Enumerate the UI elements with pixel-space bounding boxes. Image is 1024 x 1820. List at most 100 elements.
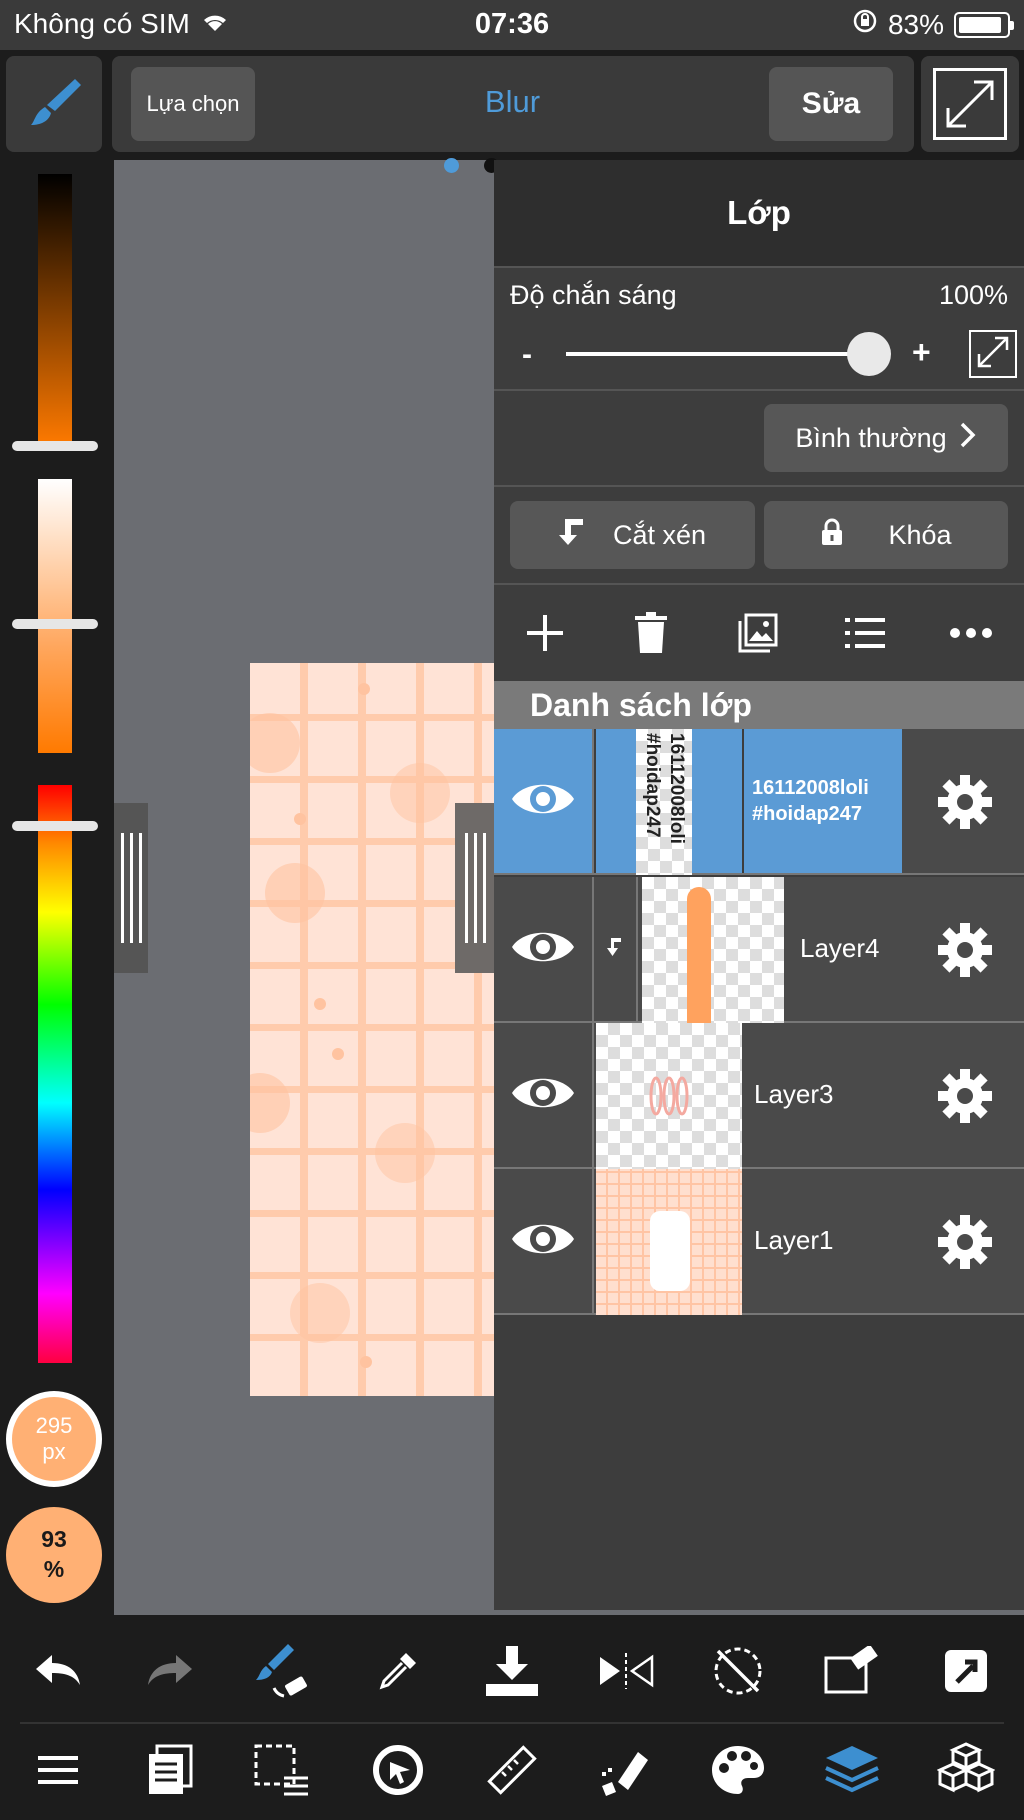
- layer-settings-button[interactable]: [936, 773, 994, 831]
- fill-button[interactable]: [596, 1742, 656, 1802]
- flip-icon: [598, 1651, 654, 1696]
- edit-button[interactable]: Sửa: [769, 67, 893, 141]
- brush-eraser-toggle[interactable]: [252, 1643, 312, 1703]
- eyedropper-button[interactable]: [368, 1643, 428, 1703]
- saturation-slider[interactable]: [38, 479, 72, 753]
- layer-list-button[interactable]: [836, 606, 894, 664]
- brush-size-unit: px: [42, 1439, 66, 1464]
- redo-icon: [146, 1651, 194, 1696]
- rotate-canvas-button[interactable]: [708, 1643, 768, 1703]
- brightness-slider[interactable]: [38, 174, 72, 446]
- layer-visibility-toggle[interactable]: [494, 729, 594, 873]
- chevron-right-icon: [959, 421, 977, 456]
- layer-settings-button[interactable]: [936, 1067, 994, 1125]
- main-menu-button[interactable]: [28, 1742, 88, 1802]
- redo-button[interactable]: [140, 1643, 200, 1703]
- undo-button[interactable]: [28, 1643, 88, 1703]
- brightness-slider-handle[interactable]: [12, 441, 98, 451]
- layer-thumbnail: [642, 877, 784, 1023]
- layers-panel-title: Lớp: [494, 160, 1024, 268]
- saturation-slider-handle[interactable]: [12, 619, 98, 629]
- save-button[interactable]: [482, 1643, 542, 1703]
- layer-settings-button[interactable]: [936, 921, 994, 979]
- divider: [494, 389, 1024, 391]
- lock-icon: [820, 518, 844, 553]
- opacity-expand-button[interactable]: [969, 330, 1017, 378]
- layer-panel-handle[interactable]: [455, 803, 495, 973]
- gear-icon: [936, 1069, 994, 1129]
- divider: [494, 583, 1024, 585]
- lock-button[interactable]: Khóa: [764, 501, 1008, 569]
- clipping-button[interactable]: Cắt xén: [510, 501, 755, 569]
- layer-row[interactable]: 16112008loli #hoidap247 16112008loli #ho…: [494, 729, 1024, 875]
- materials-button[interactable]: [936, 1741, 996, 1803]
- blend-mode-button[interactable]: Bình thường: [764, 404, 1008, 472]
- layer-thumbnail: 16112008loli #hoidap247: [636, 729, 692, 875]
- canvas-artwork[interactable]: [250, 663, 494, 1396]
- layer-row[interactable]: Layer1: [494, 1169, 1024, 1315]
- eye-icon: [510, 1070, 576, 1121]
- selection-button[interactable]: [252, 1742, 312, 1802]
- selection-icon: [254, 1744, 310, 1801]
- select-button[interactable]: Lựa chọn: [131, 67, 255, 141]
- rotate-icon: [710, 1643, 766, 1704]
- brush-tool-button[interactable]: [6, 56, 102, 152]
- layer-settings-button[interactable]: [936, 1213, 994, 1271]
- eye-icon: [510, 924, 576, 975]
- snap-icon: [370, 1742, 426, 1803]
- layer-opacity-label: Độ chắn sáng: [510, 280, 677, 310]
- status-bar: Không có SIM 07:36 83%: [0, 0, 1024, 50]
- trash-icon: [633, 611, 669, 659]
- eyedropper-icon: [376, 1649, 420, 1698]
- blend-mode-label: Bình thường: [795, 422, 947, 453]
- add-layer-button[interactable]: [516, 606, 574, 664]
- snap-button[interactable]: [368, 1742, 428, 1802]
- hue-slider-handle[interactable]: [12, 821, 98, 831]
- layer-thumbnail: [596, 1169, 742, 1315]
- eye-icon: [510, 1216, 576, 1267]
- opacity-increase-button[interactable]: +: [912, 334, 931, 371]
- brush-size-button[interactable]: 295 px: [6, 1391, 102, 1487]
- layer-row[interactable]: Layer3: [494, 1023, 1024, 1169]
- layer-thumbnail: [596, 1023, 742, 1169]
- layer-row[interactable]: Layer4: [494, 877, 1024, 1023]
- layer-visibility-toggle[interactable]: [494, 1023, 594, 1167]
- ruler-icon: [484, 1742, 540, 1803]
- download-icon: [484, 1644, 540, 1703]
- pages-button[interactable]: [140, 1742, 200, 1802]
- layer-opacity-value: 100%: [938, 280, 1008, 310]
- layer-visibility-toggle[interactable]: [494, 1169, 594, 1313]
- fullscreen-button[interactable]: [921, 56, 1019, 152]
- undo-icon: [34, 1651, 82, 1696]
- transform-button[interactable]: [822, 1643, 882, 1703]
- transform-icon: [824, 1643, 880, 1701]
- divider: [494, 485, 1024, 487]
- left-panel-handle[interactable]: [114, 803, 148, 973]
- layer-thumbnail-text: 16112008loli #hoidap247: [642, 733, 687, 844]
- clip-arrow-icon: [607, 937, 623, 962]
- hue-slider[interactable]: [38, 785, 72, 1363]
- layer-visibility-toggle[interactable]: [494, 877, 594, 1021]
- more-options-button[interactable]: [942, 606, 1000, 664]
- lock-label: Khóa: [888, 519, 952, 550]
- layer-name: Layer3: [754, 1079, 834, 1109]
- current-tool-title[interactable]: Blur: [400, 84, 625, 120]
- color-palette-button[interactable]: [708, 1742, 768, 1802]
- layer-opacity-slider-knob[interactable]: [847, 332, 891, 376]
- divider: [20, 1722, 1004, 1724]
- import-image-button[interactable]: [729, 606, 787, 664]
- materials-icon: [936, 1741, 996, 1803]
- expand-icon: [933, 68, 1007, 140]
- flip-button[interactable]: [596, 1643, 656, 1703]
- layers-icon: [824, 1744, 880, 1801]
- layer-opacity-slider[interactable]: [566, 352, 866, 356]
- delete-layer-button[interactable]: [622, 606, 680, 664]
- ruler-button[interactable]: [482, 1742, 542, 1802]
- clip-indicator: [594, 877, 638, 1021]
- image-icon: [738, 613, 778, 658]
- opacity-decrease-button[interactable]: -: [522, 338, 532, 372]
- layers-button[interactable]: [822, 1742, 882, 1802]
- pages-icon: [147, 1744, 193, 1801]
- brush-opacity-button[interactable]: 93 %: [6, 1507, 102, 1603]
- share-button[interactable]: [936, 1643, 996, 1703]
